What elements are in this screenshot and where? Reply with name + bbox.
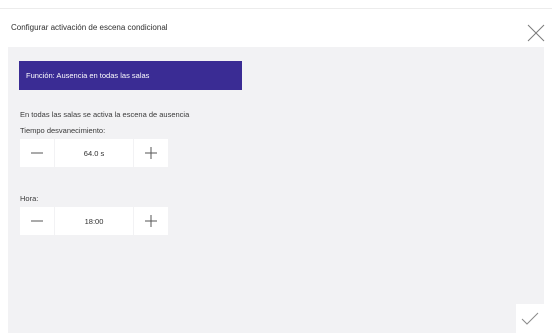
time-increase-button[interactable] xyxy=(134,207,168,235)
fade-time-value[interactable]: 64.0 s xyxy=(54,139,134,167)
time-label: Hora: xyxy=(20,194,39,203)
function-banner: Función: Ausencia en todas las salas xyxy=(19,61,242,90)
fade-time-increase-button[interactable] xyxy=(134,139,168,167)
fade-time-label: Tiempo desvanecimiento: xyxy=(20,126,106,135)
minus-icon xyxy=(31,152,43,154)
dialog-header: Configurar activación de escena condicio… xyxy=(0,8,552,47)
close-button[interactable] xyxy=(526,23,546,43)
time-value[interactable]: 18:00 xyxy=(54,207,134,235)
checkmark-icon xyxy=(521,312,539,325)
minus-icon xyxy=(31,220,43,222)
time-decrease-button[interactable] xyxy=(20,207,54,235)
fade-time-stepper: 64.0 s xyxy=(20,139,168,167)
plus-icon xyxy=(145,147,157,159)
confirm-button[interactable] xyxy=(516,304,544,333)
plus-icon xyxy=(145,215,157,227)
close-icon xyxy=(527,24,545,42)
dialog-title: Configurar activación de escena condicio… xyxy=(11,23,168,32)
info-text: En todas las salas se activa la escena d… xyxy=(20,110,190,119)
fade-time-decrease-button[interactable] xyxy=(20,139,54,167)
time-stepper: 18:00 xyxy=(20,207,168,235)
